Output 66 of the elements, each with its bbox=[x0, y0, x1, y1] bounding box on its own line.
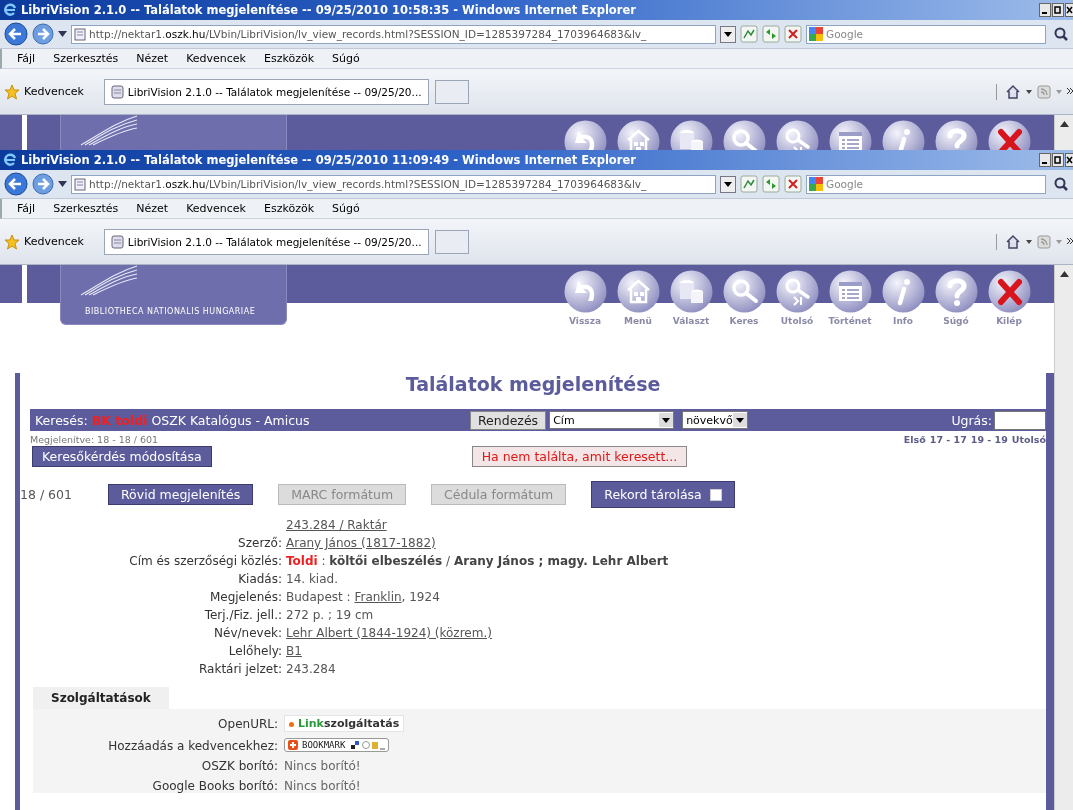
search-field[interactable]: Google bbox=[806, 174, 1046, 194]
field-value: Toldi : költői elbeszélés / Arany János ; magy. Lehr Albert bbox=[286, 553, 670, 569]
window-title: LibriVision 2.1.0 -- Találatok megjelenítése -- 09/25/2010 11:09:49 - Windows Internet Explorer bbox=[21, 153, 636, 167]
field-label: Megjelenés: bbox=[208, 589, 282, 605]
field-label: Lelőhely: bbox=[227, 643, 282, 659]
address-field[interactable]: http://nektar1.oszk.hu/LVbin/LibriVision/lv_view_records.html?SESSION_ID=1285397284_1703964683&lv_ bbox=[71, 24, 716, 44]
field-value: Nincs borító! bbox=[284, 779, 362, 793]
menu-item[interactable]: Szerkesztés bbox=[44, 52, 128, 65]
search-field[interactable]: Google bbox=[806, 24, 1046, 44]
menu-item[interactable]: Kedvencek bbox=[177, 202, 255, 215]
format-tab[interactable]: Rövid megjelenítés bbox=[108, 484, 254, 505]
menu-item[interactable]: Súgó bbox=[323, 202, 369, 215]
field-value: 243.284 bbox=[286, 661, 337, 677]
field-label: OSZK borító: bbox=[200, 759, 278, 773]
field-label: Terj./Fiz. jell.: bbox=[203, 607, 282, 623]
browser-tab[interactable]: LibriVision 2.1.0 -- Találatok megjelenítése -- 09/25/20... bbox=[103, 78, 429, 105]
shown-range: Megjelenítve: 18 - 18 / 601 bbox=[30, 434, 159, 445]
field-label: Hozzáadás a kedvencekhez: bbox=[107, 738, 278, 753]
link[interactable]: Lehr Albert (1844-1924) (közrem.) bbox=[286, 626, 492, 640]
field-label: Raktári jelzet: bbox=[198, 661, 282, 677]
link[interactable]: Arany János (1817-1882) bbox=[286, 536, 436, 550]
sort-field-select[interactable]: Cím bbox=[549, 411, 675, 429]
menu-item[interactable]: Eszközök bbox=[255, 52, 324, 65]
menu-item[interactable]: Eszközök bbox=[255, 202, 324, 215]
pager-link[interactable]: 19 - 19 bbox=[970, 434, 1008, 445]
menu-item[interactable]: Nézet bbox=[127, 202, 178, 215]
window-title: LibriVision 2.1.0 -- Találatok megjelenítése -- 09/25/2010 10:58:35 - Windows Internet Explorer bbox=[21, 3, 636, 17]
field-value: Budapest : Franklin, 1924 bbox=[286, 589, 441, 605]
sort-order-select[interactable]: növekvő bbox=[682, 411, 749, 429]
favorites-button[interactable]: Kedvencek bbox=[4, 83, 98, 100]
link[interactable]: B1 bbox=[286, 644, 302, 658]
menu-item[interactable]: Fájl bbox=[8, 52, 45, 65]
favorites-button[interactable]: Kedvencek bbox=[4, 233, 98, 250]
jump-label: Ugrás: bbox=[951, 412, 992, 428]
sort-button[interactable]: Rendezés bbox=[470, 410, 547, 430]
services-tab[interactable]: Szolgáltatások bbox=[33, 687, 169, 709]
logo-text: BIBLIOTHECA NATIONALIS HUNGARIAE bbox=[85, 307, 256, 316]
field-value: 272 p. ; 19 cm bbox=[286, 607, 375, 623]
address-field[interactable]: http://nektar1.oszk.hu/LVbin/LibriVision/lv_view_records.html?SESSION_ID=1285397284_1703964683&lv_ bbox=[71, 174, 716, 194]
page-heading: Találatok megjelenítése bbox=[404, 373, 662, 395]
field-value: Nincs borító! bbox=[284, 759, 362, 773]
menu-item[interactable]: Nézet bbox=[127, 52, 178, 65]
pager-link[interactable]: 17 - 17 bbox=[929, 434, 967, 445]
record-position: 18 / 601 bbox=[20, 487, 73, 502]
menu-item[interactable]: Súgó bbox=[323, 52, 369, 65]
field-label: Szerző: bbox=[237, 535, 282, 551]
field-label: Név/nevek: bbox=[213, 625, 282, 641]
pager-link[interactable]: Első bbox=[903, 434, 926, 445]
field-label: Cím és szerzőségi közlés: bbox=[128, 553, 282, 569]
browser-tab[interactable]: LibriVision 2.1.0 -- Találatok megjelenítése -- 09/25/20... bbox=[103, 228, 429, 255]
field-label: Kiadás: bbox=[237, 571, 282, 587]
not-found-button[interactable]: Ha nem találta, amit keresett... bbox=[471, 446, 688, 467]
modify-query-button[interactable]: Keresőkérdés módosítása bbox=[32, 446, 212, 467]
field-label: Google Books borító: bbox=[151, 779, 278, 793]
bookmark-button[interactable]: BOOKMARK bbox=[284, 738, 390, 752]
menu-item[interactable]: Kedvencek bbox=[177, 52, 255, 65]
field-value: 14. kiad. bbox=[286, 571, 339, 587]
link-service-badge[interactable]: Linkszolgáltatás bbox=[284, 715, 405, 732]
link[interactable]: 243.284 / Raktár bbox=[286, 518, 387, 532]
search-summary: Keresés: BK toldi OSZK Katalógus - Amicus bbox=[35, 412, 311, 428]
pager-link[interactable]: Utolsó bbox=[1011, 434, 1046, 445]
store-record-button[interactable]: Rekord tárolása bbox=[591, 481, 735, 508]
link[interactable]: Franklin bbox=[354, 590, 402, 604]
menu-item[interactable]: Szerkesztés bbox=[44, 202, 128, 215]
menu-item[interactable]: Fájl bbox=[8, 202, 45, 215]
field-label: OpenURL: bbox=[217, 716, 278, 731]
